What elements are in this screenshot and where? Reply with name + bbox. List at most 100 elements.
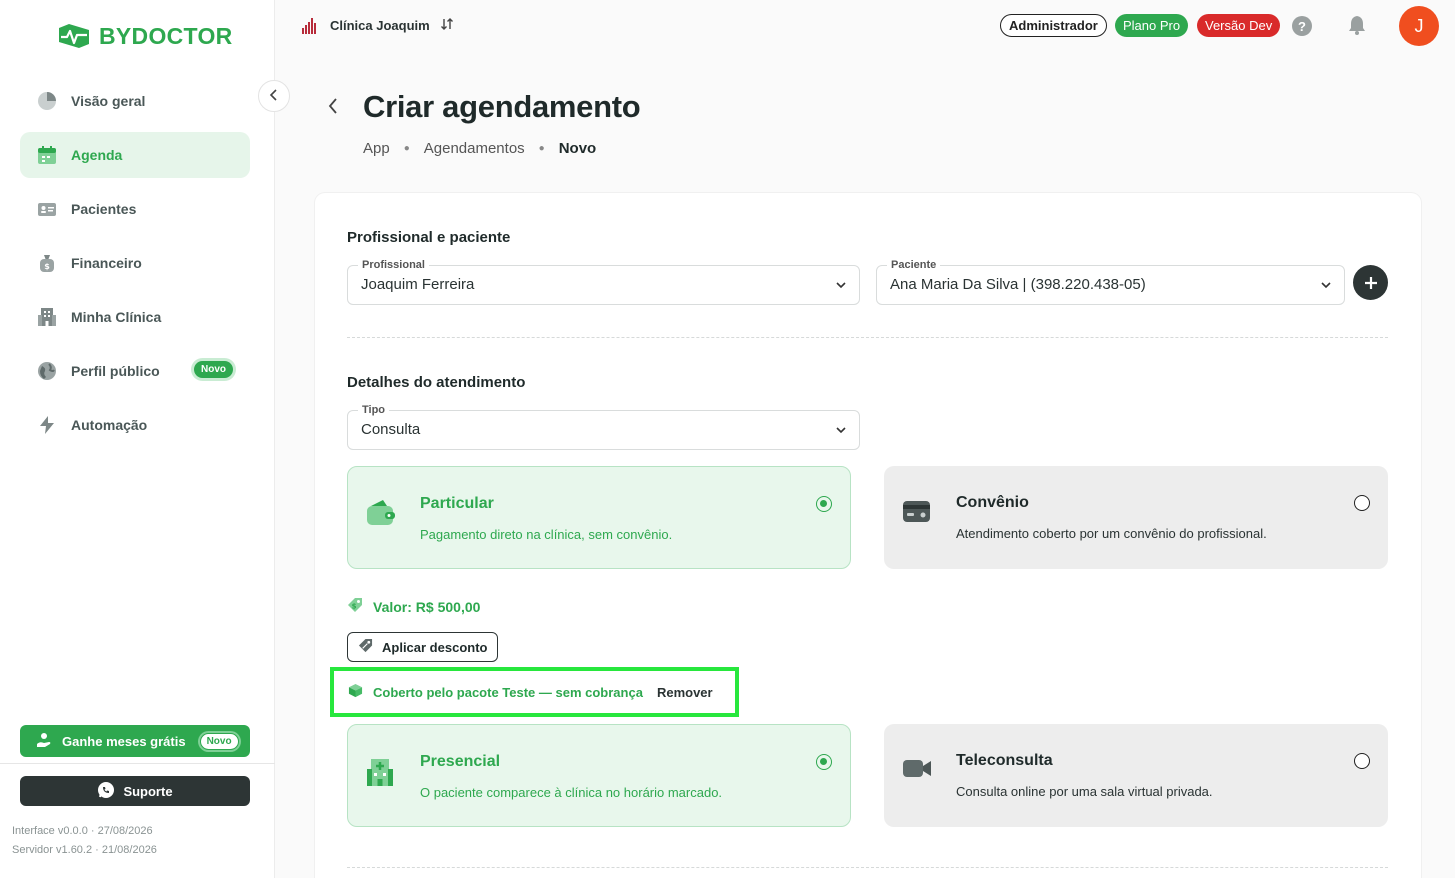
support-button[interactable]: Suporte	[20, 776, 250, 806]
discount-tag-icon	[358, 638, 373, 656]
sidebar-nav: Visão geral Agenda Pacientes $ Financeir…	[20, 78, 250, 456]
breadcrumb-separator: ●	[403, 143, 410, 154]
patient-select[interactable]: Paciente Ana Maria Da Silva | (398.220.4…	[876, 259, 1345, 305]
package-coverage-text: Coberto pelo pacote Teste — sem cobrança	[373, 684, 643, 700]
apply-discount-button[interactable]: Aplicar desconto	[347, 632, 499, 662]
back-button[interactable]	[327, 96, 339, 122]
sidebar-item-label: Agenda	[71, 147, 123, 163]
page-title: Criar agendamento	[363, 89, 641, 124]
presencial-radio[interactable]	[816, 754, 832, 770]
calendar-icon	[37, 145, 57, 165]
free-months-button[interactable]: Ganhe meses grátis Novo	[20, 725, 250, 757]
teleconsulta-title: Teleconsulta	[956, 752, 1053, 769]
clinic-switcher[interactable]: Clínica Joaquim	[302, 16, 454, 34]
convenio-radio[interactable]	[1354, 495, 1370, 511]
mode-option-presencial[interactable]: Presencial O paciente comparece à clínic…	[347, 724, 851, 827]
teleconsulta-description: Consulta online por uma sala virtual pri…	[956, 784, 1213, 799]
remove-package-button[interactable]: Remover	[657, 685, 713, 700]
plus-icon	[1364, 270, 1378, 296]
teleconsulta-radio[interactable]	[1354, 753, 1370, 769]
professional-label: Profissional	[358, 259, 429, 271]
interface-version: Interface v0.0.0 · 27/08/2026	[12, 825, 153, 837]
bell-icon[interactable]	[1348, 15, 1366, 40]
professional-value: Joaquim Ferreira	[361, 276, 475, 293]
convenio-title: Convênio	[956, 494, 1029, 511]
add-patient-button[interactable]	[1353, 265, 1388, 300]
breadcrumb-agendamentos[interactable]: Agendamentos	[424, 140, 525, 157]
breadcrumb-app[interactable]: App	[363, 140, 390, 157]
hospital-icon	[366, 757, 394, 792]
particular-radio[interactable]	[816, 496, 832, 512]
type-select[interactable]: Tipo Consulta	[347, 404, 860, 450]
sidebar-item-label: Minha Clínica	[71, 309, 162, 325]
sidebar-item-label: Perfil público	[71, 363, 160, 379]
patient-value: Ana Maria Da Silva | (398.220.438-05)	[890, 276, 1146, 293]
clinic-name: Clínica Joaquim	[330, 17, 430, 33]
section-divider	[347, 867, 1388, 868]
role-badge[interactable]: Administrador	[1000, 14, 1107, 37]
chevron-down-icon	[1320, 278, 1332, 296]
sidebar-item-label: Pacientes	[71, 201, 137, 217]
top-bar: Clínica Joaquim Administrador Plano Pro …	[276, 0, 1455, 52]
section-details-title: Detalhes do atendimento	[347, 374, 526, 391]
price-tag-icon: $	[347, 597, 363, 616]
package-box-icon	[348, 683, 363, 701]
sidebar-item-agenda[interactable]: Agenda	[20, 132, 250, 178]
brand-logo[interactable]: BYDOCTOR	[55, 22, 233, 50]
new-badge: Novo	[194, 361, 233, 378]
svg-text:$: $	[44, 262, 50, 271]
chevron-down-icon	[835, 278, 847, 296]
sidebar: BYDOCTOR Visão geral Agenda Pacientes $ …	[0, 0, 275, 878]
convenio-description: Atendimento coberto por um convênio do p…	[956, 526, 1267, 541]
whatsapp-icon	[97, 781, 115, 802]
breadcrumb: App ● Agendamentos ● Novo	[363, 140, 596, 157]
presencial-description: O paciente comparece à clínica no horári…	[420, 785, 723, 800]
avatar[interactable]: J	[1399, 6, 1439, 46]
payment-option-convenio[interactable]: Convênio Atendimento coberto por um conv…	[884, 466, 1388, 569]
lightning-icon	[37, 415, 57, 435]
chevron-down-icon	[835, 423, 847, 441]
section-professional-patient-title: Profissional e paciente	[347, 229, 511, 246]
professional-select[interactable]: Profissional Joaquim Ferreira	[347, 259, 860, 305]
appointment-form-card: Profissional e paciente Profissional Joa…	[315, 193, 1421, 878]
sidebar-item-financeiro[interactable]: $ Financeiro	[20, 240, 250, 286]
section-divider	[347, 337, 1388, 338]
money-bag-icon: $	[37, 253, 57, 273]
sidebar-item-pacientes[interactable]: Pacientes	[20, 186, 250, 232]
sidebar-item-minha-clinica[interactable]: Minha Clínica	[20, 294, 250, 340]
gift-hand-icon	[36, 732, 52, 751]
video-camera-icon	[902, 756, 932, 785]
mode-option-teleconsulta[interactable]: Teleconsulta Consulta online por uma sal…	[884, 724, 1388, 827]
wallet-icon	[366, 499, 396, 532]
sidebar-item-visao-geral[interactable]: Visão geral	[20, 78, 250, 124]
package-coverage-notice: Coberto pelo pacote Teste — sem cobrança…	[330, 667, 739, 717]
breadcrumb-separator: ●	[538, 143, 545, 154]
app: BYDOCTOR Visão geral Agenda Pacientes $ …	[0, 0, 1455, 878]
type-label: Tipo	[358, 404, 390, 416]
sidebar-item-automacao[interactable]: Automação	[20, 402, 250, 448]
chevron-left-icon	[269, 88, 279, 104]
globe-icon	[37, 361, 57, 381]
presencial-title: Presencial	[420, 753, 501, 770]
particular-title: Particular	[420, 495, 494, 512]
clinic-logo-icon	[302, 16, 320, 34]
type-value: Consulta	[361, 421, 421, 438]
pie-chart-icon	[37, 91, 57, 111]
sidebar-item-perfil-publico[interactable]: Perfil público Novo	[20, 348, 250, 394]
apply-discount-label: Aplicar desconto	[382, 639, 488, 655]
payment-option-particular[interactable]: Particular Pagamento direto na clínica, …	[347, 466, 851, 569]
collapse-sidebar-button[interactable]	[258, 80, 290, 112]
brand-name: BYDOCTOR	[99, 22, 233, 49]
support-label: Suporte	[123, 783, 173, 799]
svg-text:$: $	[352, 603, 357, 611]
version-badge[interactable]: Versão Dev	[1197, 14, 1281, 37]
id-card-icon	[37, 199, 57, 219]
breadcrumb-current: Novo	[558, 140, 597, 157]
help-icon[interactable]: ?	[1292, 16, 1312, 36]
insurance-card-icon	[902, 498, 932, 529]
price-value: Valor: R$ 500,00	[373, 598, 481, 615]
sidebar-divider	[0, 763, 275, 764]
plan-badge[interactable]: Plano Pro	[1115, 14, 1189, 37]
price-display: $ Valor: R$ 500,00	[347, 597, 480, 616]
sidebar-item-label: Automação	[71, 417, 148, 433]
